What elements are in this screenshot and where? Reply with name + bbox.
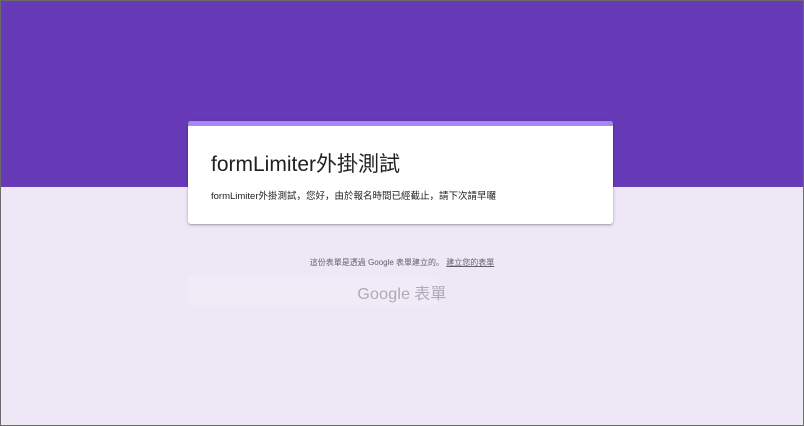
footer-note: 這份表單是透過 Google 表單建立的。 建立您的表單 [1, 257, 803, 268]
card-accent-bar [188, 121, 613, 126]
create-form-link[interactable]: 建立您的表單 [446, 258, 494, 267]
google-forms-logo[interactable]: Google 表單 [1, 280, 803, 304]
form-closed-card: formLimiter外掛測試 formLimiter外掛測試，您好，由於報名時… [188, 121, 613, 224]
form-title: formLimiter外掛測試 [211, 153, 401, 176]
footer-note-text: 這份表單是透過 Google 表單建立的。 [309, 258, 444, 267]
google-logo-text: Google [357, 286, 411, 303]
forms-logo-text: 表單 [414, 286, 447, 303]
form-page: formLimiter外掛測試 formLimiter外掛測試，您好，由於報名時… [0, 0, 804, 426]
form-closed-message: formLimiter外掛測試，您好，由於報名時間已經截止，請下次請早囉 [211, 191, 497, 202]
